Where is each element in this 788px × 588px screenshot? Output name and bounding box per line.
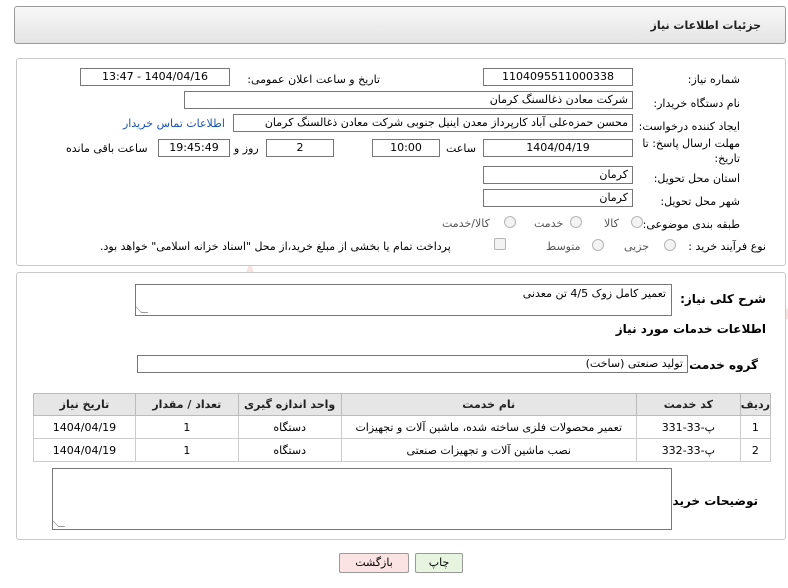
quantity-cell: 1 (134, 438, 239, 462)
process-label: نوع فرآیند خرید : (688, 240, 766, 253)
need-info-panel (16, 58, 786, 266)
need-number-field: 1104095511000338 (483, 68, 633, 86)
process-medium-radio[interactable] (592, 239, 604, 251)
buyer-org-field: شرکت معادن ذغالسنگ کرمان (184, 91, 633, 109)
page-header: جزئیات اطلاعات نیاز (14, 6, 786, 44)
back-button[interactable]: بازگشت (339, 553, 409, 573)
days-label: روز و (234, 142, 259, 155)
print-button[interactable]: چاپ (415, 553, 463, 573)
row-number-cell: 2 (739, 438, 772, 462)
creator-field: محسن حمزه‌علی آباد کارپرداز معدن اینیل ج… (233, 114, 633, 132)
resize-handle-icon[interactable] (136, 306, 149, 313)
days-remaining-field: 2 (266, 139, 334, 157)
category-service-label: خدمت (534, 217, 564, 230)
col-row-header: ردیف (739, 393, 772, 416)
remaining-time-field: 19:45:49 (158, 139, 230, 157)
deadline-label-2: تاریخ: (714, 152, 740, 165)
announce-date-field: 1404/04/16 - 13:47 (80, 68, 230, 86)
col-code-header: کد خدمت (635, 393, 741, 416)
col-unit-header: واحد اندازه گیری (237, 393, 342, 416)
col-qty-header: تعداد / مقدار (134, 393, 239, 416)
buyer-contact-link[interactable]: اطلاعات تماس خریدار (123, 117, 225, 130)
unit-cell: دستگاه (237, 415, 342, 439)
table-row: 2 پ-33-332 نصب ماشین آلات و تجهیزات صنعت… (33, 438, 772, 462)
summary-text: تعمیر کامل زوک 4/5 تن معدنی (522, 287, 666, 300)
deadline-time-field: 10:00 (372, 139, 440, 157)
summary-label: شرح کلی نیاز: (680, 292, 766, 306)
process-minor-label: جزیی (624, 240, 650, 253)
need-date-cell: 1404/04/19 (33, 415, 136, 439)
col-name-header: نام خدمت (340, 393, 637, 416)
summary-textarea: تعمیر کامل زوک 4/5 تن معدنی (135, 284, 672, 316)
need-number-label: شماره نیاز: (687, 73, 740, 86)
province-field: کرمان (483, 166, 633, 184)
need-date-cell: 1404/04/19 (33, 438, 136, 462)
buyer-notes-textarea (52, 468, 672, 530)
category-goods-service-label: کالا/خدمت (442, 217, 490, 230)
resize-handle-icon[interactable] (53, 520, 66, 527)
deadline-date-field: 1404/04/19 (483, 139, 633, 157)
services-table: ردیف کد خدمت نام خدمت واحد اندازه گیری ت… (33, 393, 772, 462)
quantity-cell: 1 (134, 415, 239, 439)
category-goods-radio[interactable] (631, 216, 643, 228)
creator-label: ایجاد کننده درخواست: (638, 120, 740, 133)
table-header-row: ردیف کد خدمت نام خدمت واحد اندازه گیری ت… (33, 393, 772, 416)
province-label: استان محل تحویل: (653, 172, 740, 185)
buyer-org-label: نام دستگاه خریدار: (653, 97, 740, 110)
table-row: 1 پ-33-331 تعمیر محصولات فلزی ساخته شده،… (33, 415, 772, 439)
process-minor-radio[interactable] (664, 239, 676, 251)
service-group-label: گروه خدمت: (684, 358, 758, 372)
treasury-payment-checkbox[interactable] (494, 238, 506, 250)
category-service-radio[interactable] (570, 216, 582, 228)
city-label: شهر محل تحویل: (660, 195, 740, 208)
page-title: جزئیات اطلاعات نیاز (650, 19, 762, 32)
process-medium-label: متوسط (546, 240, 581, 253)
category-label: طبقه بندی موضوعی: (642, 218, 740, 231)
row-number-cell: 1 (739, 415, 772, 439)
services-section-title: اطلاعات خدمات مورد نیاز (615, 322, 766, 336)
service-code-cell: پ-33-332 (635, 438, 741, 462)
remaining-time-label: ساعت باقی مانده (66, 142, 148, 155)
service-code-cell: پ-33-331 (635, 415, 741, 439)
category-goods-service-radio[interactable] (504, 216, 516, 228)
deadline-label-1: مهلت ارسال پاسخ: تا (642, 137, 740, 150)
announce-date-label: تاریخ و ساعت اعلان عمومی: (247, 73, 380, 86)
deadline-time-label: ساعت (446, 142, 476, 155)
treasury-payment-note: پرداخت تمام یا بخشی از مبلغ خرید،از محل … (100, 240, 451, 253)
category-goods-label: کالا (604, 217, 619, 230)
service-group-field: تولید صنعتی (ساخت) (137, 355, 688, 373)
city-field: کرمان (483, 189, 633, 207)
unit-cell: دستگاه (237, 438, 342, 462)
service-name-cell: نصب ماشین آلات و تجهیزات صنعتی (340, 438, 637, 462)
service-name-cell: تعمیر محصولات فلزی ساخته شده، ماشین آلات… (340, 415, 637, 439)
col-date-header: تاریخ نیاز (33, 393, 136, 416)
